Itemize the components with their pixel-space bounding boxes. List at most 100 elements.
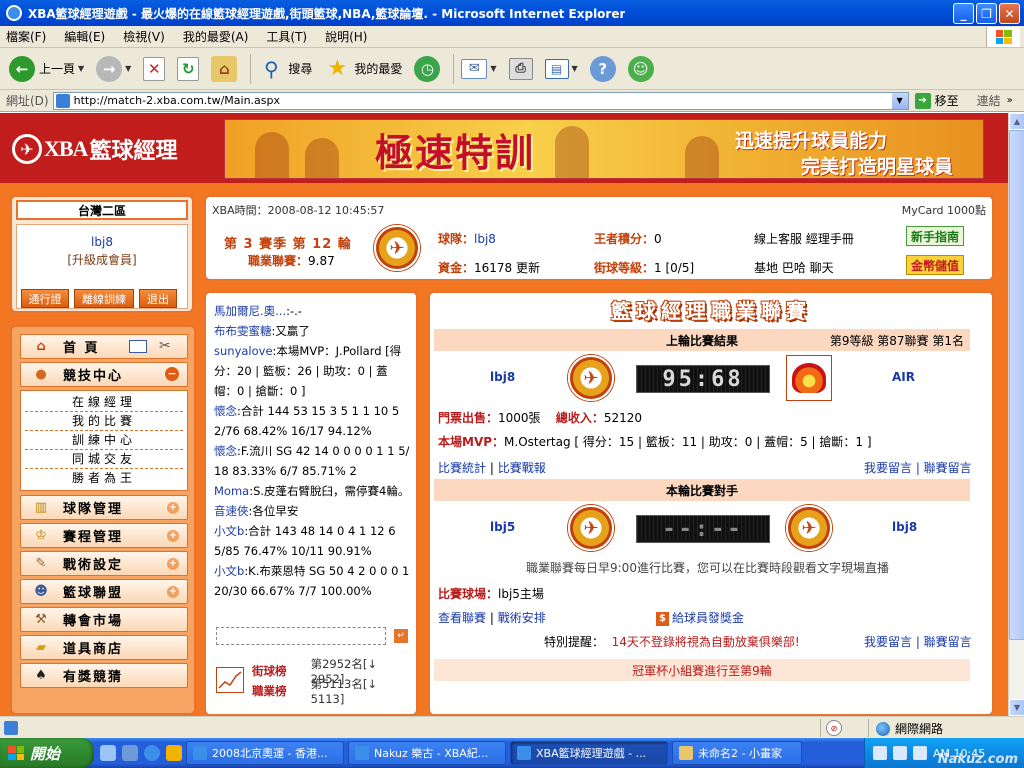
subnav-online-managers[interactable]: 在線經理 (25, 393, 183, 412)
next-home-team[interactable]: lbj5 (490, 520, 515, 534)
chat-sender[interactable]: 音速俠 (214, 504, 249, 518)
expand-icon[interactable]: + (167, 502, 179, 514)
bonus-link[interactable]: $ 給球員發獎金 (656, 609, 744, 626)
tools-icon[interactable]: ✂ (159, 338, 171, 354)
quicklaunch-folder-icon[interactable] (166, 745, 182, 761)
nav-transfer-market[interactable]: ⚒ 轉會市場 (20, 607, 188, 632)
expand-icon[interactable]: + (167, 558, 179, 570)
message-links-2[interactable]: 我要留言 | 聯賽留言 (864, 633, 972, 650)
nav-arena[interactable]: ● 競技中心 − (20, 362, 188, 387)
mail-button[interactable]: ✉ ▼ (458, 52, 499, 86)
stop-button[interactable]: ✕ (140, 52, 168, 86)
chat-sender[interactable]: sunyalove (214, 344, 273, 358)
send-icon[interactable]: ↵ (394, 629, 408, 643)
mycard-link[interactable]: MyCard 1000點 (902, 202, 986, 218)
offline-training-button[interactable]: 離線訓練 (74, 289, 134, 308)
go-button[interactable]: ➔ 移至 (914, 92, 959, 109)
logout-button[interactable]: 退出 (139, 289, 177, 308)
subnav-training-center[interactable]: 訓練中心 (25, 431, 183, 450)
subnav-my-matches[interactable]: 我的比賽 (25, 412, 183, 431)
passport-button[interactable]: 通行證 (21, 289, 69, 308)
research-button[interactable]: ? (587, 52, 619, 86)
menu-favorites[interactable]: 我的最愛(A) (183, 28, 249, 45)
chat-sender[interactable]: 懷念 (214, 444, 237, 458)
edit-button[interactable]: ▤ ▼ (542, 52, 581, 86)
nav-prize-quiz[interactable]: ♠ 有獎競猜 (20, 663, 188, 688)
chat-input[interactable] (216, 627, 386, 645)
scroll-thumb[interactable] (1009, 130, 1024, 640)
print-button[interactable]: ⎙ (506, 52, 536, 86)
user-name[interactable]: lbj8 (17, 235, 187, 249)
view-league-link[interactable]: 查看聯賽 (438, 611, 486, 625)
home-button[interactable]: ⌂ (208, 52, 240, 86)
base-links[interactable]: 基地 巴哈 聊天 (754, 259, 834, 276)
task-button-xba[interactable]: XBA籃球經理遊戲 - ... (510, 741, 668, 765)
close-button[interactable]: ✕ (999, 3, 1020, 24)
quicklaunch-ie-icon[interactable] (144, 745, 160, 761)
collapse-icon[interactable]: − (165, 367, 179, 381)
home-team-name[interactable]: lbj8 (490, 370, 515, 384)
chat-sender[interactable]: 懷念 (214, 404, 237, 418)
expand-icon[interactable]: + (167, 586, 179, 598)
chat-sender[interactable]: Moma (214, 484, 249, 498)
team-emblem-icon[interactable]: ✈ (374, 225, 420, 271)
chat-sender[interactable]: 布布雯蜜糖 (214, 324, 272, 338)
media-player-icon[interactable] (100, 745, 116, 761)
nav-schedule[interactable]: ♔ 賽程管理 + (20, 523, 188, 548)
mail-icon[interactable] (129, 340, 147, 353)
chat-sender[interactable]: 小文b (214, 564, 244, 578)
menu-help[interactable]: 說明(H) (325, 28, 367, 45)
nav-league[interactable]: ☻ 籃球聯盟 + (20, 579, 188, 604)
service-links[interactable]: 線上客服 經理手冊 (754, 230, 854, 247)
xba-logo[interactable]: ✈ XBA 籃球經理 (12, 131, 177, 167)
menu-tools[interactable]: 工具(T) (266, 28, 307, 45)
message-links[interactable]: 我要留言 | 聯賽留言 (864, 459, 972, 476)
gold-topup-button[interactable]: 金幣儲值 (906, 255, 965, 275)
quicklaunch-desktop-icon[interactable] (122, 745, 138, 761)
subnav-local-friends[interactable]: 同城交友 (25, 450, 183, 469)
menu-file[interactable]: 檔案(F) (6, 28, 46, 45)
task-button-nakuz[interactable]: Nakuz 樂古 - XBA紀... (348, 741, 506, 765)
nav-tactics[interactable]: ✎ 戰術設定 + (20, 551, 188, 576)
nav-home[interactable]: ⌂ 首 頁 ✂ (20, 334, 188, 359)
messenger-button[interactable]: ☺ (625, 52, 657, 86)
away-team-name[interactable]: AIR (892, 370, 915, 384)
start-button[interactable]: 開始 (0, 738, 94, 768)
menu-view[interactable]: 檢視(V) (123, 28, 165, 45)
vertical-scrollbar[interactable]: ▲ ▼ (1008, 113, 1024, 716)
task-button-olympics[interactable]: 2008北京奧運 - 香港... (186, 741, 344, 765)
ad-banner[interactable]: 極速特訓 迅速提升球員能力 完美打造明星球員 (224, 119, 984, 179)
minimize-button[interactable]: _ (953, 3, 974, 24)
subnav-winner-king[interactable]: 勝者為王 (25, 469, 183, 488)
back-button[interactable]: ← 上一頁 ▼ (6, 52, 87, 86)
double-chevron-icon[interactable]: » (1007, 95, 1013, 106)
next-away-team[interactable]: lbj8 (892, 520, 917, 534)
chevron-down-icon[interactable]: ▼ (891, 92, 908, 109)
scroll-down-icon[interactable]: ▼ (1009, 699, 1024, 716)
task-button-paint[interactable]: 未命名2 - 小畫家 (672, 741, 802, 765)
help-icon[interactable] (893, 746, 907, 760)
beginner-guide-button[interactable]: 新手指南 (906, 226, 965, 246)
expand-icon[interactable]: + (167, 530, 179, 542)
forward-button[interactable]: → ▼ (93, 52, 134, 86)
search-button[interactable]: ⚲ 搜尋 (255, 52, 315, 86)
chat-sender[interactable]: 小文b (214, 524, 244, 538)
refresh-button[interactable]: ↻ (174, 52, 202, 86)
favorites-button[interactable]: ★ 我的最愛 (321, 52, 405, 86)
nav-item-shop[interactable]: ▰ 道具商店 (20, 635, 188, 660)
history-button[interactable]: ◷ (411, 52, 443, 86)
menu-edit[interactable]: 編輯(E) (64, 28, 105, 45)
scroll-up-icon[interactable]: ▲ (1009, 113, 1024, 130)
popup-blocker-icon[interactable]: ⊘ (826, 720, 842, 736)
nav-team-management[interactable]: ▥ 球隊管理 + (20, 495, 188, 520)
network-icon[interactable] (913, 746, 927, 760)
match-report-link[interactable]: 比賽戰報 (498, 461, 546, 475)
address-input[interactable]: http://match-2.xba.com.tw/Main.aspx ▼ (52, 91, 909, 110)
links-button[interactable]: 連結 (977, 92, 1001, 109)
maximize-button[interactable]: ❐ (976, 3, 997, 24)
tactics-link[interactable]: 戰術安排 (498, 611, 546, 625)
chat-sender[interactable]: 馬加爾尼.奧... (214, 304, 286, 318)
upgrade-link[interactable]: [升級成會員] (17, 251, 187, 268)
match-stats-link[interactable]: 比賽統計 (438, 461, 486, 475)
keyboard-icon[interactable] (873, 746, 887, 760)
